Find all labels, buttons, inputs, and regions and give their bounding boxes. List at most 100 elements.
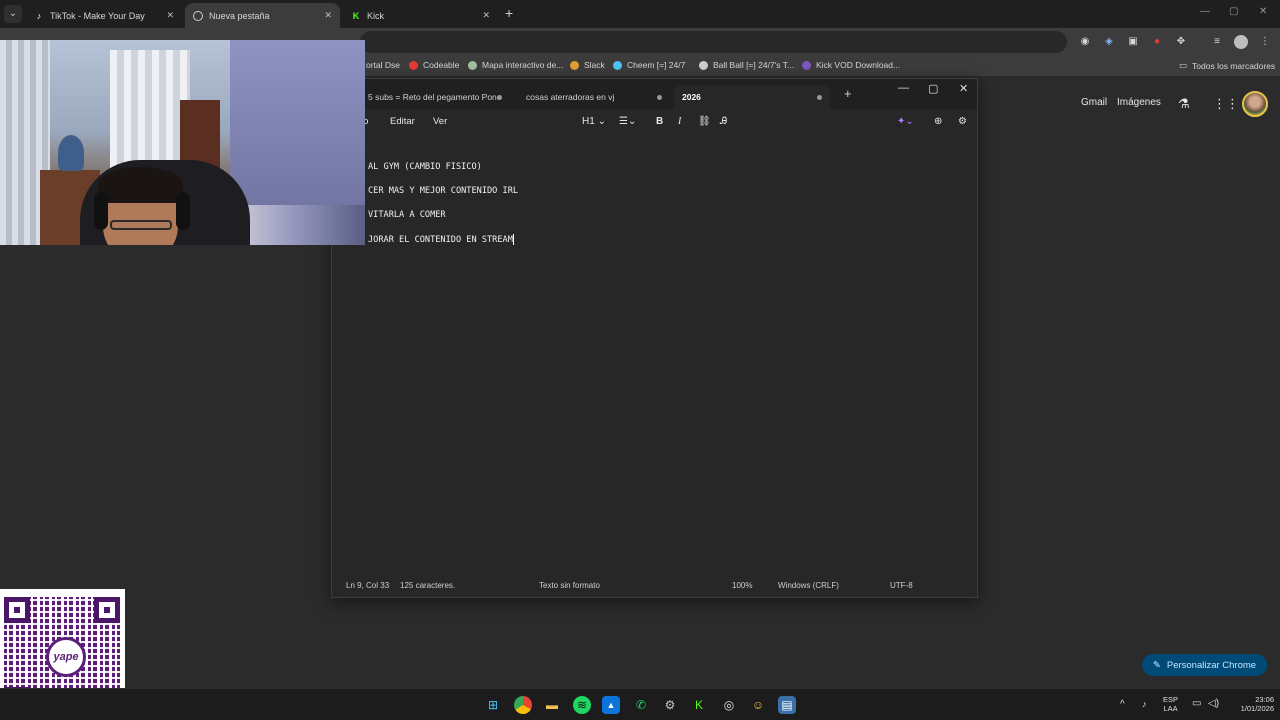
lang-bottom: LAA — [1163, 704, 1178, 713]
lang-top: ESP — [1163, 695, 1179, 704]
maximize-icon[interactable]: ▢ — [1229, 6, 1238, 17]
language-indicator[interactable]: ESP LAA — [1163, 695, 1178, 713]
clear-format-icon[interactable]: Ꭿ — [720, 116, 727, 127]
kebab-menu-icon[interactable]: ⋮ — [1258, 35, 1272, 49]
pencil-icon: ✎ — [1152, 659, 1161, 671]
microphone-icon[interactable]: ♪ — [1142, 699, 1147, 709]
bookmark-label: ortal Dse — [366, 60, 401, 70]
webcam-overlay — [0, 40, 365, 245]
gmail-link[interactable]: Gmail — [1081, 97, 1107, 108]
media-icon[interactable]: ≡ — [1210, 35, 1224, 49]
bookmark-item[interactable]: Slack — [570, 60, 605, 70]
notepad-text-area[interactable]: AL GYM (CAMBIO FISICO) CER MAS Y MEJOR C… — [332, 137, 977, 577]
menu-view[interactable]: Ver — [433, 116, 447, 127]
unsaved-dot-icon — [657, 94, 662, 100]
windows-taskbar: ⊞ ▬ ≋ ▲ ✆ ⚙ K ◎ ☺ ▤ ^ ♪ ESP LAA ▭ ◁) 23:… — [0, 688, 1280, 720]
menu-edit[interactable]: Editar — [390, 116, 415, 127]
close-icon[interactable]: ✕ — [482, 10, 490, 21]
encoding[interactable]: UTF-8 — [890, 581, 913, 590]
settings-gear-icon[interactable]: ⚙ — [958, 116, 967, 127]
labs-flask-icon[interactable]: ⚗ — [1178, 96, 1190, 112]
close-icon[interactable]: ✕ — [324, 10, 332, 21]
notepad-icon[interactable]: ▤ — [778, 696, 796, 714]
all-bookmarks-label: Todos los marcadores — [1192, 60, 1276, 71]
minimize-icon[interactable]: — — [1200, 6, 1210, 17]
notepad-window: 5 subs = Reto del pegamento Pone cosas a… — [331, 78, 978, 598]
app-icon[interactable]: ☺ — [749, 696, 767, 714]
images-link[interactable]: Imágenes — [1117, 97, 1161, 108]
bookmark-item[interactable]: Kick VOD Download... — [802, 60, 900, 70]
notepad-tab[interactable]: cosas aterradoras en vj — [518, 85, 670, 109]
minimize-icon[interactable]: — — [898, 82, 909, 94]
bookmark-item[interactable]: ortal Dse — [366, 60, 400, 70]
clock[interactable]: 23:06 1/01/2026 — [1228, 695, 1274, 713]
notepad-tab-active[interactable]: 2026 — [674, 85, 830, 109]
text-line-last: JORAR EL CONTENIDO EN STREAM — [368, 234, 514, 245]
whatsapp-icon[interactable]: ✆ — [632, 696, 650, 714]
notepad-statusbar: Ln 9, Col 33 125 caracteres. Texto sin f… — [332, 575, 977, 597]
account-avatar[interactable] — [1242, 91, 1268, 117]
tiktok-icon: ♪ — [36, 10, 42, 21]
close-icon[interactable]: ✕ — [166, 10, 174, 21]
extension-icon[interactable]: ● — [1150, 35, 1164, 49]
time: 23:06 — [1255, 695, 1274, 704]
chrome-icon[interactable] — [514, 696, 532, 714]
close-icon[interactable]: ✕ — [959, 82, 968, 95]
webcam-clothes — [240, 205, 365, 245]
notepad-tab-label: 2026 — [682, 92, 701, 102]
new-tab-icon[interactable]: + — [505, 5, 513, 21]
extension-icon[interactable]: ▣ — [1126, 35, 1140, 49]
tab-new-tab[interactable]: Nueva pestaña ✕ — [185, 3, 340, 28]
char-count: 125 caracteres. — [400, 581, 456, 590]
unsaved-dot-icon — [817, 94, 822, 100]
line-ending[interactable]: Windows (CRLF) — [778, 581, 839, 590]
maximize-icon[interactable]: ▢ — [928, 82, 938, 95]
windows-start-icon[interactable]: ⊞ — [484, 696, 502, 714]
link-icon[interactable]: ⛓ — [698, 116, 711, 127]
webcam-headphone — [94, 192, 108, 230]
zoom-level[interactable]: 100% — [732, 581, 752, 590]
tab-search-icon[interactable]: ⌄ — [4, 5, 22, 23]
close-window-icon[interactable]: ✕ — [1259, 6, 1267, 17]
network-icon[interactable]: ▭ — [1192, 698, 1201, 709]
bookmark-item[interactable]: Cheem [=] 24/7 — [613, 60, 685, 70]
spotify-icon[interactable]: ≋ — [573, 696, 591, 714]
tab-label: TikTok - Make Your Day — [50, 10, 145, 21]
tab-tiktok[interactable]: ♪ TikTok - Make Your Day ✕ — [26, 3, 182, 28]
kick-app-icon[interactable]: K — [690, 696, 708, 714]
tab-kick[interactable]: K Kick ✕ — [343, 3, 498, 28]
webcam-headphone — [176, 192, 190, 230]
bookmark-item[interactable]: Ball Ball [=] 24/7's T... — [699, 60, 794, 70]
notepad-tab-label: 5 subs = Reto del pegamento Pone — [368, 92, 502, 102]
bookmark-item[interactable]: Codeable — [409, 60, 459, 70]
list-icon[interactable]: ☰⌄ — [619, 116, 636, 127]
photos-icon[interactable]: ▲ — [602, 696, 620, 714]
new-tab-icon[interactable]: + — [844, 86, 852, 101]
profile-avatar-icon[interactable] — [1234, 35, 1248, 49]
notepad-tab[interactable]: 5 subs = Reto del pegamento Pone — [360, 85, 510, 109]
bold-icon[interactable]: B — [656, 116, 663, 127]
ai-icon[interactable]: ⊕ — [934, 116, 942, 127]
kick-icon: K — [352, 10, 360, 21]
apps-grid-icon[interactable]: ⋮⋮ — [1213, 96, 1239, 112]
italic-icon[interactable]: I — [678, 116, 681, 127]
puzzle-icon[interactable]: ✥ — [1174, 35, 1188, 49]
extension-icon[interactable]: ◈ — [1102, 35, 1116, 49]
bookmark-label: Cheem [=] 24/7 — [627, 60, 686, 70]
file-explorer-icon[interactable]: ▬ — [543, 696, 561, 714]
slack-icon — [570, 60, 579, 70]
heading-select[interactable]: H1 ⌄ — [582, 116, 606, 127]
map-icon — [468, 60, 477, 70]
bookmark-item[interactable]: Mapa interactivo de... — [468, 60, 563, 70]
volume-icon[interactable]: ◁) — [1208, 698, 1219, 709]
notepad-tab-label: cosas aterradoras en vj — [526, 92, 615, 102]
tray-chevron-icon[interactable]: ^ — [1120, 699, 1125, 710]
text-format[interactable]: Texto sin formato — [539, 581, 600, 590]
obs-icon[interactable]: ◎ — [720, 696, 738, 714]
copilot-icon[interactable]: ✦⌄ — [897, 116, 914, 127]
customize-chrome-button[interactable]: ✎ Personalizar Chrome — [1142, 654, 1267, 676]
address-bar[interactable] — [360, 31, 1067, 53]
all-bookmarks[interactable]: ▭ Todos los marcadores — [1179, 60, 1275, 71]
settings-gear-icon[interactable]: ⚙ — [661, 696, 679, 714]
incognito-icon[interactable]: ◉ — [1078, 35, 1092, 49]
